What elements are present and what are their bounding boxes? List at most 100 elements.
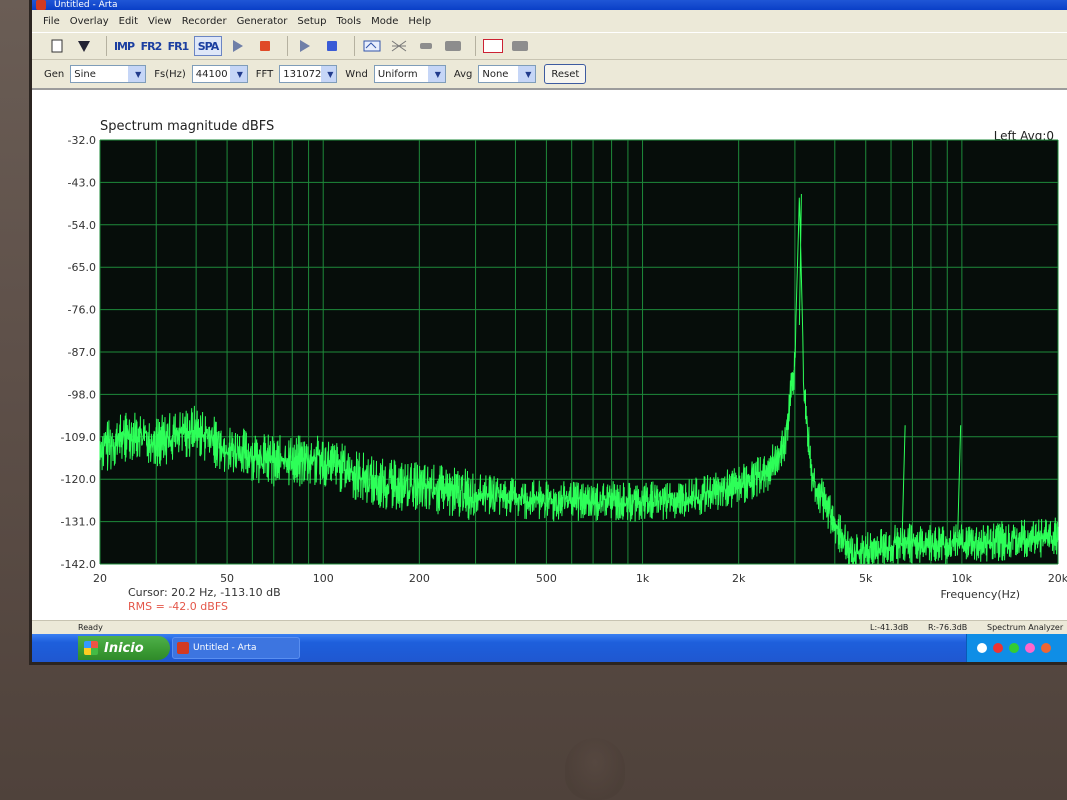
stop-red-icon[interactable]: [254, 37, 276, 55]
tray-icon[interactable]: [1009, 643, 1019, 653]
waveform-icon[interactable]: [482, 37, 504, 55]
screen: Untitled - Arta File Overlay Edit View R…: [32, 0, 1067, 662]
title-bar[interactable]: Untitled - Arta: [32, 0, 1067, 10]
x-tick-label: 2k: [732, 572, 746, 585]
avg-label: Avg: [453, 68, 473, 80]
chevron-down-icon: ▼: [427, 66, 445, 82]
gen-value: Sine: [74, 68, 96, 80]
rms-readout: RMS = -42.0 dBFS: [128, 600, 228, 613]
status-ready: Ready: [78, 623, 103, 632]
spectrum-chart[interactable]: Spectrum magnitude dBFS Left Avg:0 -32.0…: [32, 90, 1067, 622]
wnd-label: Wnd: [345, 68, 368, 80]
y-tick-label: -65.0: [68, 261, 96, 274]
fft-select[interactable]: 131072 ▼: [279, 65, 338, 83]
toolbar: IMP FR2 FR1 SPA: [32, 32, 1067, 60]
chart-title: Spectrum magnitude dBFS: [100, 119, 274, 134]
y-axis-ticks: -32.0 -43.0 -54.0 -65.0 -76.0 -87.0 -98.0 -109.…: [61, 134, 96, 571]
chevron-down-icon: ▼: [229, 66, 247, 82]
x-tick-label: 20: [93, 572, 107, 585]
x-tick-label: 100: [313, 572, 334, 585]
y-tick-label: -142.0: [61, 558, 96, 571]
spa-button[interactable]: SPA: [194, 36, 222, 56]
x-tick-label: 5k: [859, 572, 873, 585]
menu-edit[interactable]: Edit: [114, 16, 143, 27]
fft-label: FFT: [255, 68, 274, 80]
tray-icon[interactable]: [993, 643, 1003, 653]
x-tick-label: 500: [536, 572, 557, 585]
chevron-down-icon: ▼: [128, 66, 146, 82]
device-icon[interactable]: [509, 37, 531, 55]
x-axis-label: Frequency(Hz): [941, 588, 1020, 601]
y-tick-label: -109.0: [61, 431, 96, 444]
cursor-readout: Cursor: 20.2 Hz, -113.10 dB: [128, 586, 281, 599]
y-tick-label: -76.0: [68, 304, 96, 317]
menu-setup[interactable]: Setup: [292, 16, 331, 27]
taskbar-item-arta[interactable]: Untitled - Arta: [172, 637, 300, 659]
fs-select[interactable]: 44100 ▼: [191, 65, 248, 83]
reset-button[interactable]: Reset: [544, 64, 587, 84]
gray-box-icon[interactable]: [442, 37, 464, 55]
record-icon[interactable]: [361, 37, 383, 55]
app-icon: [177, 642, 189, 654]
tray-icon[interactable]: [977, 643, 987, 653]
x-tick-label: 20k: [1048, 572, 1067, 585]
x-tick-label: 1k: [636, 572, 650, 585]
grid-icon[interactable]: [388, 37, 410, 55]
gen-label: Gen: [44, 68, 65, 80]
apple-logo: [565, 738, 625, 800]
x-axis-ticks: 20 50 100 200 500 1k 2k 5k 10k 20k: [93, 572, 1067, 585]
status-mode: Spectrum Analyzer: [987, 623, 1064, 632]
toolbar-separator: [287, 36, 288, 56]
open-file-icon[interactable]: [73, 37, 95, 55]
fft-value: 131072: [283, 68, 322, 80]
y-tick-label: -54.0: [68, 219, 96, 232]
probe-icon[interactable]: [415, 37, 437, 55]
wnd-select[interactable]: Uniform ▼: [373, 65, 446, 83]
y-tick-label: -131.0: [61, 516, 96, 529]
taskbar: Inicio Untitled - Arta: [32, 634, 1067, 662]
tray-icon[interactable]: [1041, 643, 1051, 653]
menu-tools[interactable]: Tools: [331, 16, 366, 27]
y-tick-label: -98.0: [68, 388, 96, 401]
menu-file[interactable]: File: [38, 16, 65, 27]
tray-icon[interactable]: [1025, 643, 1035, 653]
menu-mode[interactable]: Mode: [366, 16, 403, 27]
toolbar-separator: [475, 36, 476, 56]
y-tick-label: -120.0: [61, 473, 96, 486]
menu-view[interactable]: View: [143, 16, 177, 27]
toolbar-separator: [106, 36, 107, 56]
toolbar-separator: [354, 36, 355, 56]
spectrum-panel: Spectrum magnitude dBFS Left Avg:0 -32.0…: [32, 88, 1067, 622]
menu-overlay[interactable]: Overlay: [65, 16, 114, 27]
new-file-icon[interactable]: [46, 37, 68, 55]
menu-generator[interactable]: Generator: [232, 16, 293, 27]
y-tick-label: -32.0: [68, 134, 96, 147]
avg-select[interactable]: None ▼: [478, 65, 537, 83]
window-title: Untitled - Arta: [54, 0, 118, 10]
start-button[interactable]: Inicio: [78, 636, 170, 660]
start-label: Inicio: [104, 640, 144, 656]
fr2-button[interactable]: FR2: [140, 37, 163, 55]
x-tick-label: 50: [220, 572, 234, 585]
chevron-down-icon: ▼: [518, 66, 536, 82]
fr1-button[interactable]: FR1: [167, 37, 190, 55]
x-tick-label: 10k: [952, 572, 973, 585]
y-tick-label: -43.0: [68, 176, 96, 189]
gen-select[interactable]: Sine ▼: [70, 65, 147, 83]
chevron-down-icon: ▼: [321, 66, 337, 82]
fs-label: Fs(Hz): [154, 68, 186, 80]
imp-button[interactable]: IMP: [113, 37, 135, 55]
options-bar: Gen Sine ▼ Fs(Hz) 44100 ▼ FFT 131072 ▼ Wnd …: [32, 60, 1067, 88]
play-icon-2[interactable]: [294, 37, 316, 55]
menu-bar: File Overlay Edit View Recorder Generato…: [32, 10, 1067, 32]
x-tick-label: 200: [409, 572, 430, 585]
status-bar: Ready L:-41.3dB R:-76.3dB Spectrum Analy…: [32, 620, 1067, 634]
play-icon[interactable]: [227, 37, 249, 55]
stop-blue-icon[interactable]: [321, 37, 343, 55]
menu-help[interactable]: Help: [403, 16, 436, 27]
app-icon: [36, 0, 46, 10]
windows-flag-icon: [84, 641, 98, 655]
wnd-value: Uniform: [377, 68, 418, 80]
fs-value: 44100: [195, 68, 228, 80]
menu-recorder[interactable]: Recorder: [177, 16, 232, 27]
